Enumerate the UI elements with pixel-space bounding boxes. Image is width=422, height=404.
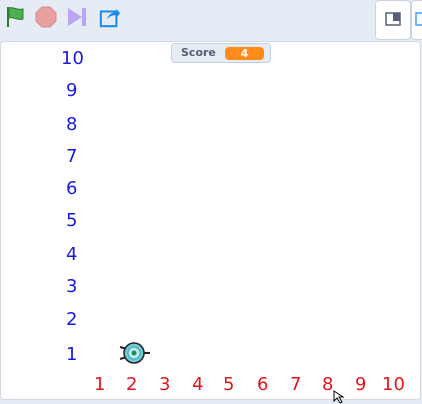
x-label-10: 10 bbox=[382, 374, 405, 395]
stage[interactable] bbox=[0, 41, 421, 400]
monitor-value: 4 bbox=[225, 47, 264, 60]
stop-icon[interactable] bbox=[35, 5, 57, 29]
y-label-8: 8 bbox=[66, 114, 78, 135]
skip-icon[interactable] bbox=[66, 5, 88, 29]
y-label-7: 7 bbox=[66, 146, 78, 167]
x-label-8: 8 bbox=[322, 374, 334, 395]
y-label-4: 4 bbox=[66, 244, 78, 265]
green-flag-icon[interactable] bbox=[4, 5, 26, 29]
y-label-5: 5 bbox=[66, 210, 78, 231]
x-label-9: 9 bbox=[355, 374, 367, 395]
x-label-6: 6 bbox=[257, 374, 269, 395]
x-label-5: 5 bbox=[223, 374, 235, 395]
bug-sprite[interactable] bbox=[118, 340, 152, 366]
large-stage-button[interactable] bbox=[411, 0, 422, 40]
toolbar bbox=[0, 0, 422, 40]
y-label-10: 10 bbox=[61, 48, 84, 69]
monitor-label: Score bbox=[181, 46, 216, 59]
y-label-2: 2 bbox=[66, 309, 78, 330]
y-label-3: 3 bbox=[66, 276, 78, 297]
y-label-6: 6 bbox=[66, 178, 78, 199]
share-icon[interactable] bbox=[99, 5, 121, 29]
x-label-2: 2 bbox=[126, 374, 138, 395]
score-monitor: Score 4 bbox=[171, 43, 271, 63]
large-stage-icon bbox=[415, 12, 422, 26]
x-label-3: 3 bbox=[159, 374, 171, 395]
small-stage-button[interactable] bbox=[375, 0, 411, 40]
y-label-9: 9 bbox=[66, 80, 78, 101]
y-label-1: 1 bbox=[66, 344, 78, 365]
mouse-cursor-icon bbox=[333, 390, 345, 404]
x-label-7: 7 bbox=[290, 374, 302, 395]
x-label-4: 4 bbox=[192, 374, 204, 395]
x-label-1: 1 bbox=[94, 374, 106, 395]
small-stage-icon bbox=[385, 12, 401, 26]
